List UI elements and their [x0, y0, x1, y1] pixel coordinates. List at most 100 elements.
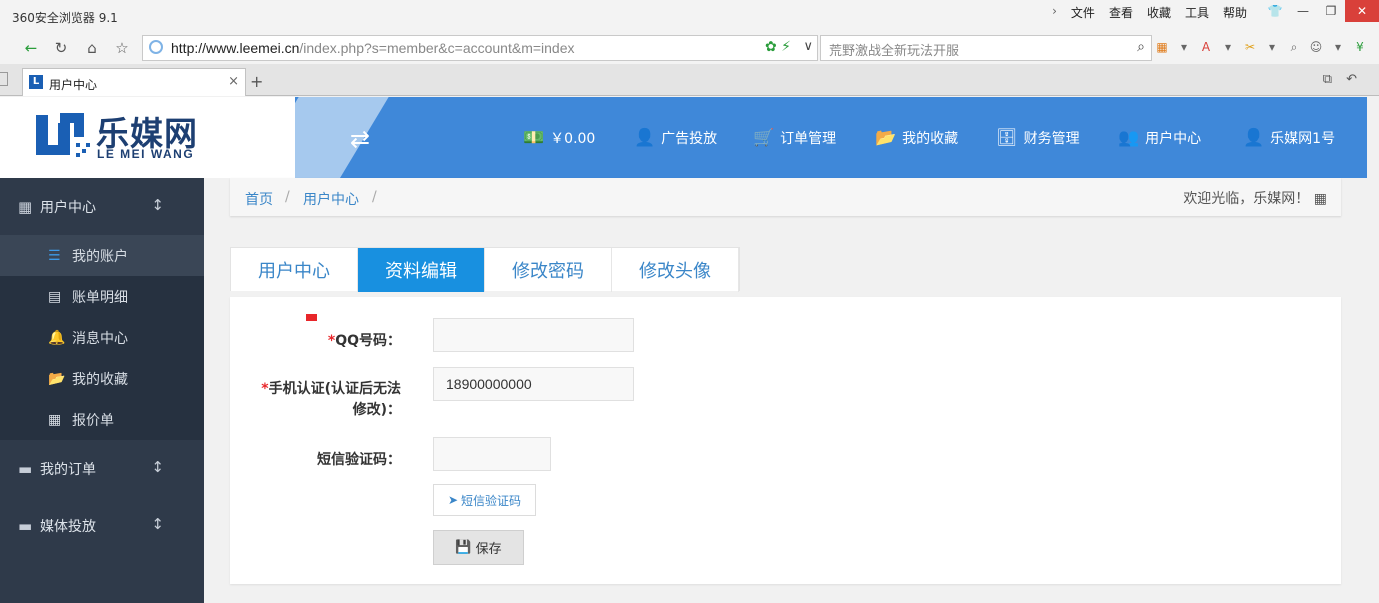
sidebar-item-quote[interactable]: ▦ 报价单 [0, 399, 204, 440]
tab-change-avatar[interactable]: 修改头像 [612, 248, 739, 292]
maximize-button[interactable]: ❐ [1317, 0, 1345, 22]
sidebar-item-account[interactable]: ☰ 我的账户 [0, 235, 204, 276]
tab-list-icon[interactable]: ⧉ [1323, 72, 1332, 87]
sidebar-item-label: 我的收藏 [72, 371, 128, 388]
site-favicon-icon: L [29, 75, 43, 89]
qq-label-text: QQ号码： [335, 333, 401, 349]
browser-search-input[interactable]: 荒野激战全新玩法开服 ⌕ [820, 35, 1152, 61]
skin-icon[interactable]: 👕 [1261, 0, 1289, 22]
close-tab-icon[interactable]: × [228, 74, 239, 89]
floppy-icon: 💾 [455, 540, 472, 555]
menu-help[interactable]: 帮助 [1223, 4, 1247, 21]
logo[interactable]: 乐媒网 LE MEI WANG [0, 97, 295, 178]
header-nav-orders-label: 订单管理 [780, 130, 837, 147]
search-icon[interactable]: ⌕ [1137, 39, 1145, 55]
screenshot-icon[interactable]: ✂ [1242, 39, 1258, 55]
sidebar-toggle-icon[interactable] [0, 72, 8, 86]
header-nav-finance-label: 财务管理 [1023, 130, 1080, 147]
header-nav-ads-label: 广告投放 [661, 130, 718, 147]
new-tab-button[interactable]: + [250, 72, 263, 91]
dropdown-icon[interactable]: ▾ [1330, 39, 1346, 55]
building-icon: ▦ [1313, 191, 1327, 207]
wallet-icon[interactable]: ¥ [1352, 39, 1368, 55]
sidebar-group-user-center[interactable]: ▦ 用户中心 ↕ [0, 178, 204, 235]
sms-code-input[interactable] [433, 437, 551, 471]
header-username[interactable]: 👤 乐媒网1号 [1243, 97, 1335, 178]
dropdown-icon[interactable]: ▾ [1264, 39, 1280, 55]
search-suggestion: 荒野激战全新玩法开服 [829, 44, 960, 59]
security-icon[interactable]: ✿ ⚡ [765, 39, 791, 55]
close-window-button[interactable]: ✕ [1345, 0, 1379, 22]
undo-close-icon[interactable]: ↶ [1346, 72, 1357, 87]
sidebar-group-media[interactable]: ▬ 媒体投放 ↕ [0, 497, 204, 554]
header-nav-favorites[interactable]: 📂 我的收藏 [875, 97, 958, 178]
header-nav-user-center[interactable]: 👥 用户中心 [1118, 97, 1201, 178]
breadcrumb-home[interactable]: 首页 [245, 189, 273, 209]
save-button[interactable]: 💾 保存 [433, 530, 524, 565]
profile-tabs: 用户中心 资料编辑 修改密码 修改头像 [230, 247, 740, 292]
qq-label: *QQ号码： [328, 331, 401, 352]
tab-change-password[interactable]: 修改密码 [485, 248, 612, 292]
send-sms-button[interactable]: ➤ 短信验证码 [433, 484, 536, 516]
url-input[interactable]: http://www.leemei.cn/index.php?s=member&… [142, 35, 818, 61]
tab-edit-profile[interactable]: 资料编辑 [358, 248, 485, 292]
menu-favorites[interactable]: 收藏 [1147, 4, 1171, 21]
calendar-icon: ▦ [48, 411, 62, 428]
browser-tab[interactable]: L 用户中心 × [22, 68, 246, 96]
users-icon: 👥 [1118, 127, 1140, 148]
dropdown-icon[interactable]: ▾ [1374, 39, 1379, 55]
dropdown-icon[interactable]: ▾ [1176, 39, 1192, 55]
phone-input[interactable] [433, 367, 634, 401]
logo-mark-icon [36, 113, 90, 157]
home-icon[interactable]: ⌂ [79, 35, 105, 61]
back-icon[interactable]: ← [18, 35, 44, 61]
sidebar-item-label: 报价单 [72, 412, 114, 429]
translate-icon[interactable]: A [1198, 39, 1214, 55]
apps-icon[interactable]: ▦ [1154, 39, 1170, 55]
send-sms-label: 短信验证码 [461, 493, 522, 508]
browser-tab-bar: L 用户中心 × + ⧉ ↶ [0, 64, 1379, 96]
book-icon: ▬ [18, 516, 33, 535]
header-nav-favorites-label: 我的收藏 [902, 130, 959, 147]
browser-app-title: 360安全浏览器 9.1 [12, 11, 118, 25]
breadcrumb-separator: / [285, 189, 290, 205]
header-nav-ads[interactable]: 👤 广告投放 [634, 97, 717, 178]
menu-view[interactable]: 查看 [1109, 4, 1133, 21]
save-label: 保存 [475, 542, 502, 557]
sidebar-item-bills[interactable]: ▤ 账单明细 [0, 276, 204, 317]
expand-arrow-icon: ↕ [151, 515, 164, 533]
sidebar-group-label: 我的订单 [40, 461, 96, 478]
required-mark: * [261, 381, 269, 397]
menu-chevron-icon[interactable]: › [1052, 4, 1057, 21]
header-nav-finance[interactable]: 🗄 财务管理 [996, 97, 1080, 178]
refresh-icon[interactable]: ↻ [48, 35, 74, 61]
database-icon: ☰ [48, 247, 61, 264]
dropdown-icon[interactable]: ▾ [1220, 39, 1236, 55]
breadcrumb-user-center[interactable]: 用户中心 [303, 189, 359, 209]
menu-tools[interactable]: 工具 [1185, 4, 1209, 21]
extension-icons: ▦ ▾ A ▾ ✂ ▾ ⌕ ☺ ▾ ¥ ▾ [1154, 39, 1379, 55]
chevron-down-icon[interactable]: ∨ [803, 39, 813, 54]
sidebar-toggle-icon[interactable]: ⇄ [350, 125, 370, 153]
sidebar-item-favorites[interactable]: 📂 我的收藏 [0, 358, 204, 399]
window-controls: 👕 — ❐ ✕ [1261, 0, 1379, 22]
tab-user-center[interactable]: 用户中心 [231, 248, 358, 292]
sidebar: ▦ 用户中心 ↕ ☰ 我的账户 ▤ 账单明细 🔔 消息中心 📂 我的收藏 ▦ 报… [0, 178, 204, 603]
sms-code-label: 短信验证码： [317, 452, 401, 468]
url-text: http://www.leemei.cn/index.php?s=member&… [171, 40, 575, 56]
browser-tab-title: 用户中心 [49, 78, 98, 92]
header-nav-orders[interactable]: 🛒 订单管理 [753, 97, 836, 178]
database-icon: 🗄 [996, 127, 1018, 148]
game-icon[interactable]: ☺ [1308, 39, 1324, 55]
breadcrumb-separator: / [372, 189, 377, 205]
sidebar-group-orders[interactable]: ▬ 我的订单 ↕ [0, 440, 204, 497]
bookmark-star-icon[interactable]: ☆ [109, 35, 135, 61]
sidebar-item-messages[interactable]: 🔔 消息中心 [0, 317, 204, 358]
minimize-button[interactable]: — [1289, 0, 1317, 22]
menu-file[interactable]: 文件 [1071, 4, 1095, 21]
logo-text-en: LE MEI WANG [97, 147, 195, 161]
zoom-icon[interactable]: ⌕ [1286, 39, 1302, 55]
qq-input[interactable] [433, 318, 634, 352]
header-balance[interactable]: 💵 ￥0.00 [523, 97, 595, 178]
sidebar-group-label: 用户中心 [40, 199, 96, 216]
